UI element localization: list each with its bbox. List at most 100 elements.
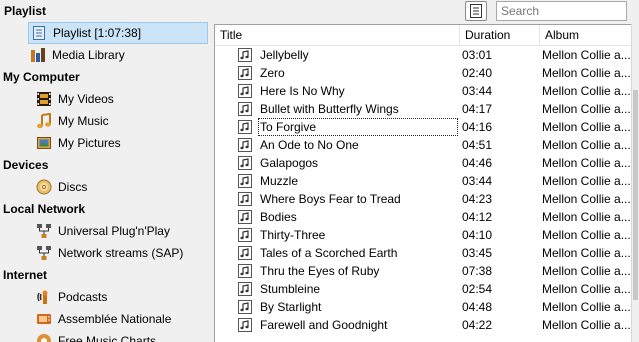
scrollbar-thumb[interactable]: [633, 90, 638, 300]
table-row[interactable]: Thirty-Three 04:10 Mellon Collie a...: [215, 226, 639, 244]
track-album: Mellon Collie a...: [542, 66, 631, 80]
table-row[interactable]: Farewell and Goodnight 04:22 Mellon Collie…: [215, 316, 639, 334]
track-title: Here Is No Why: [260, 84, 345, 98]
sidebar-item-network-streams[interactable]: Network streams (SAP): [36, 242, 183, 264]
track-duration: 04:17: [462, 102, 493, 116]
sidebar-item-label: Universal Plug'n'Play: [58, 224, 170, 238]
track-album: Mellon Collie a...: [542, 102, 631, 116]
track-title: Thru the Eyes of Ruby: [260, 264, 380, 278]
audio-file-icon: [238, 228, 252, 242]
track-title: By Starlight: [260, 300, 322, 314]
track-duration: 04:12: [462, 210, 493, 224]
audio-file-icon: [238, 318, 252, 332]
table-row[interactable]: To Forgive 04:16 Mellon Collie a...: [215, 118, 639, 136]
track-title: Galapogos: [260, 156, 319, 170]
table-row[interactable]: Zero 02:40 Mellon Collie a...: [215, 64, 639, 82]
audio-file-icon: [238, 66, 252, 80]
track-album: Mellon Collie a...: [542, 228, 631, 242]
track-title: Bodies: [260, 210, 297, 224]
column-header-title[interactable]: Title: [215, 25, 460, 45]
track-duration: 03:01: [462, 48, 493, 62]
sidebar: Playlist [1:07:38] Media Library My Comp…: [0, 21, 210, 342]
table-row[interactable]: Tales of a Scorched Earth 03:45 Mellon Col…: [215, 244, 639, 262]
track-duration: 04:22: [462, 318, 493, 332]
track-album: Mellon Collie a...: [542, 318, 631, 332]
track-album: Mellon Collie a...: [542, 48, 631, 62]
audio-file-icon: [238, 156, 252, 170]
table-row[interactable]: Jellybelly 03:01 Mellon Collie a...: [215, 46, 639, 64]
network-icon: [37, 246, 51, 260]
section-heading-internet: Internet: [3, 268, 48, 282]
sidebar-item-discs[interactable]: Discs: [36, 176, 87, 198]
sidebar-item-my-videos[interactable]: My Videos: [36, 88, 114, 110]
track-duration: 03:44: [462, 84, 493, 98]
track-album: Mellon Collie a...: [542, 156, 631, 170]
track-title: Jellybelly: [260, 48, 309, 62]
sidebar-item-label: Podcasts: [58, 290, 108, 304]
track-title: Bullet with Butterfly Wings: [260, 102, 399, 116]
sidebar-item-my-pictures[interactable]: My Pictures: [36, 132, 121, 154]
track-album: Mellon Collie a...: [542, 246, 631, 260]
table-row[interactable]: Thru the Eyes of Ruby 07:38 Mellon Collie …: [215, 262, 639, 280]
sidebar-item-playlist[interactable]: Playlist [1:07:38]: [28, 22, 208, 44]
sidebar-item-label: Playlist [1:07:38]: [53, 26, 142, 40]
audio-file-icon: [238, 282, 252, 296]
sidebar-item-label: My Videos: [58, 92, 114, 106]
sidebar-item-free-music-charts[interactable]: Free Music Charts: [36, 330, 156, 342]
media-library-icon: [31, 48, 45, 62]
track-title: Tales of a Scorched Earth: [260, 246, 398, 260]
track-title: Zero: [260, 66, 285, 80]
playlist-table: Title Duration Album Jellybelly 03:01 Mell…: [214, 24, 639, 342]
track-duration: 04:10: [462, 228, 493, 242]
track-duration: 03:44: [462, 174, 493, 188]
track-duration: 04:51: [462, 138, 493, 152]
table-row[interactable]: Bullet with Butterfly Wings 04:17 Mellon C…: [215, 100, 639, 118]
table-row[interactable]: Galapogos 04:46 Mellon Collie a...: [215, 154, 639, 172]
track-album: Mellon Collie a...: [542, 192, 631, 206]
sidebar-item-label: My Music: [58, 114, 109, 128]
track-duration: 02:54: [462, 282, 493, 296]
sidebar-item-label: Assemblée Nationale: [58, 312, 172, 326]
table-row[interactable]: Muzzle 03:44 Mellon Collie a...: [215, 172, 639, 190]
track-title: Where Boys Fear to Tread: [260, 192, 401, 206]
table-row[interactable]: Where Boys Fear to Tread 04:23 Mellon Coll…: [215, 190, 639, 208]
sidebar-item-label: My Pictures: [58, 136, 121, 150]
film-strip-icon: [37, 92, 51, 106]
table-row[interactable]: Bodies 04:12 Mellon Collie a...: [215, 208, 639, 226]
track-album: Mellon Collie a...: [542, 300, 631, 314]
table-row[interactable]: By Starlight 04:48 Mellon Collie a...: [215, 298, 639, 316]
table-row[interactable]: An Ode to No One 04:51 Mellon Collie a...: [215, 136, 639, 154]
table-row[interactable]: Stumbleine 02:54 Mellon Collie a...: [215, 280, 639, 298]
disc-icon: [36, 179, 52, 195]
track-title: Stumbleine: [260, 282, 321, 296]
track-title: Muzzle: [260, 174, 299, 188]
sidebar-item-assemblee-nationale[interactable]: Assemblée Nationale: [36, 308, 171, 330]
table-row[interactable]: Here Is No Why 03:44 Mellon Collie a...: [215, 82, 639, 100]
audio-file-icon: [238, 264, 252, 278]
audio-file-icon: [238, 300, 252, 314]
sidebar-item-podcasts[interactable]: Podcasts: [36, 286, 107, 308]
track-duration: 04:23: [462, 192, 493, 206]
track-album: Mellon Collie a...: [542, 282, 631, 296]
sidebar-item-label: Network streams (SAP): [58, 246, 184, 260]
sidebar-item-media-library[interactable]: Media Library: [30, 44, 125, 66]
audio-file-icon: [238, 48, 252, 62]
view-mode-button[interactable]: [465, 1, 487, 21]
track-album: Mellon Collie a...: [542, 84, 631, 98]
track-duration: 03:45: [462, 246, 493, 260]
column-header-album[interactable]: Album: [540, 25, 639, 45]
section-heading-local-network: Local Network: [3, 202, 86, 216]
music-note-icon: [37, 113, 51, 129]
section-heading-my-computer: My Computer: [3, 70, 80, 84]
track-album: Mellon Collie a...: [542, 174, 631, 188]
track-duration: 04:48: [462, 300, 493, 314]
podcast-icon: [37, 290, 48, 304]
column-header-duration[interactable]: Duration: [460, 25, 540, 45]
track-album: Mellon Collie a...: [542, 138, 631, 152]
track-title: To Forgive: [258, 118, 458, 136]
sidebar-item-upnp[interactable]: Universal Plug'n'Play: [36, 220, 170, 242]
search-input[interactable]: [496, 1, 627, 21]
audio-file-icon: [238, 174, 252, 188]
sidebar-item-label: Discs: [58, 180, 88, 194]
sidebar-item-my-music[interactable]: My Music: [36, 110, 109, 132]
